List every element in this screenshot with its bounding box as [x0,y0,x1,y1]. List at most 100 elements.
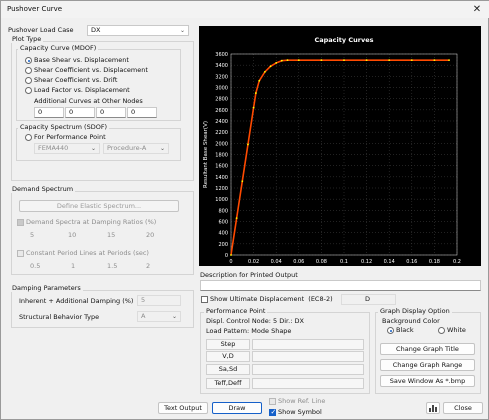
behavior-type-select[interactable]: A ⌄ [137,311,181,322]
period-lines-label: Constant Period Lines at Periods (sec) [26,249,149,257]
radio-shear-coef-drift[interactable] [25,77,32,84]
curve-data-point [264,70,266,73]
change-graph-range-button[interactable]: Change Graph Range [380,359,475,371]
load-case-label: Pushover Load Case [8,26,74,34]
y-tick-label: 2000 [215,141,228,147]
curve-data-point [410,59,413,62]
pushover-curve-dialog: Pushover Curve ✕ Pushover Load Case DX ⌄… [0,0,489,420]
show-ultimate-label: Show Ultimate Displacement (EC8-2) [210,295,333,303]
y-tick-label: 2600 [215,108,228,114]
additional-node-4[interactable]: 0 [127,107,157,118]
additional-node-1[interactable]: 0 [34,107,64,118]
print-icon [429,405,437,412]
show-ultimate-text: Show Ultimate Displacement [210,295,305,303]
window-title: Pushover Curve [7,5,63,13]
x-tick-label: 0.12 [361,259,372,265]
capacity-curve-chart: Capacity Curves 0 200 400 600 800 1000 1200 1400… [199,26,481,275]
curve-data-point [343,59,345,62]
curve-data-point [241,180,244,183]
option-performance-point[interactable]: For Performance Point [34,133,106,141]
x-tick-label: 0.1 [340,259,348,265]
option-shear-coef-drift[interactable]: Shear Coefficient vs. Drift [34,76,117,84]
white-label[interactable]: White [447,326,466,334]
radio-black-background[interactable] [387,327,394,334]
draw-button[interactable]: Draw [212,402,262,414]
x-tick-label: 0.06 [293,259,304,265]
curve-data-point [297,59,300,62]
save-window-button[interactable]: Save Window As *.bmp [380,375,475,387]
title-bar: Pushover Curve ✕ [1,1,489,18]
behavior-type-label: Structural Behavior Type [19,313,100,321]
print-button[interactable] [426,402,440,414]
sasd-label: Sa,Sd [206,364,250,375]
sdof-procedure-select[interactable]: Procedure-A ⌄ [103,143,169,154]
y-tick-label: 1800 [215,153,228,159]
black-label[interactable]: Black [396,326,414,334]
load-pattern-info: Load Pattern: Mode Shape [206,327,292,335]
inherent-damping-label: Inherent + Additional Damping (%) [19,297,134,305]
radio-base-shear[interactable] [25,57,32,64]
period-value-1: 0.5 [30,262,41,270]
define-elastic-spectrum-button[interactable]: Define Elastic Spectrum... [19,200,179,212]
damping-parameters-label: Damping Parameters [10,284,83,292]
chevron-down-icon: ⌄ [90,145,96,152]
control-node-info: Displ. Control Node: 5 Dir.: DX [206,317,304,325]
option-load-factor[interactable]: Load Factor vs. Displacement [34,86,130,94]
radio-load-factor[interactable] [25,87,32,94]
damping-value-1: 5 [30,231,35,239]
change-graph-title-button[interactable]: Change Graph Title [380,343,475,355]
load-case-select[interactable]: DX ⌄ [87,25,189,36]
damping-ratios-label: Demand Spectra at Damping Ratios (%) [26,218,157,226]
y-tick-label: 3400 [215,63,228,69]
y-tick-label: 1400 [215,175,228,181]
capacity-curve-line [230,59,450,256]
radio-white-background[interactable] [438,327,445,334]
ec8-suffix: (EC8-2) [308,295,333,303]
chevron-down-icon: ⌄ [171,313,177,320]
y-tick-label: 3200 [215,74,228,80]
chevron-down-icon: ⌄ [179,27,185,34]
additional-node-3[interactable]: 0 [96,107,126,118]
damping-value-3: 15 [107,231,116,239]
damping-ratios-checkbox[interactable] [17,219,24,226]
show-ref-line-checkbox[interactable] [269,398,276,405]
chart-title: Capacity Curves [314,36,373,44]
period-value-2: 1 [71,262,76,270]
show-ultimate-checkbox[interactable] [201,296,208,303]
curve-data-point [235,217,238,220]
sdof-method-select[interactable]: FEMA440 ⌄ [34,143,100,154]
x-tick-label: 0.14 [384,259,395,265]
plot-type-label: Plot Type [10,35,44,43]
radio-performance-point[interactable] [25,134,32,141]
curve-data-point [448,59,450,62]
additional-node-2[interactable]: 0 [65,107,95,118]
step-label: Step [206,339,250,350]
vd-value [252,351,364,362]
option-shear-coef-disp[interactable]: Shear Coefficient vs. Displacement [34,66,148,74]
curve-data-point [269,65,272,68]
chevron-down-icon: ⌄ [159,145,165,152]
ultimate-unit: D [365,295,371,303]
y-tick-label: 1200 [215,186,228,192]
show-symbol-checkbox[interactable] [269,408,276,416]
curve-data-point [286,59,289,62]
y-tick-label: 800 [218,208,228,214]
description-input[interactable] [200,280,481,291]
damping-value-2: 10 [68,231,77,239]
step-value [252,339,364,350]
radio-shear-coef-disp[interactable] [25,67,32,74]
curve-data-point [258,79,261,82]
x-tick-label: 0.02 [248,259,259,265]
y-tick-label: 2400 [215,119,228,125]
curve-data-point [320,59,323,62]
inherent-damping-input[interactable]: 5 [137,295,181,306]
text-output-button[interactable]: Text Output [158,402,208,414]
option-base-shear[interactable]: Base Shear vs. Displacement [34,56,129,64]
background-color-label: Background Color [382,317,440,325]
close-window-icon[interactable]: ✕ [470,3,484,16]
damping-value-4: 20 [146,231,155,239]
period-lines-checkbox[interactable] [17,250,24,257]
curve-data-point [275,62,278,64]
y-tick-label: 1600 [215,164,228,170]
close-button[interactable]: Close [443,402,483,414]
